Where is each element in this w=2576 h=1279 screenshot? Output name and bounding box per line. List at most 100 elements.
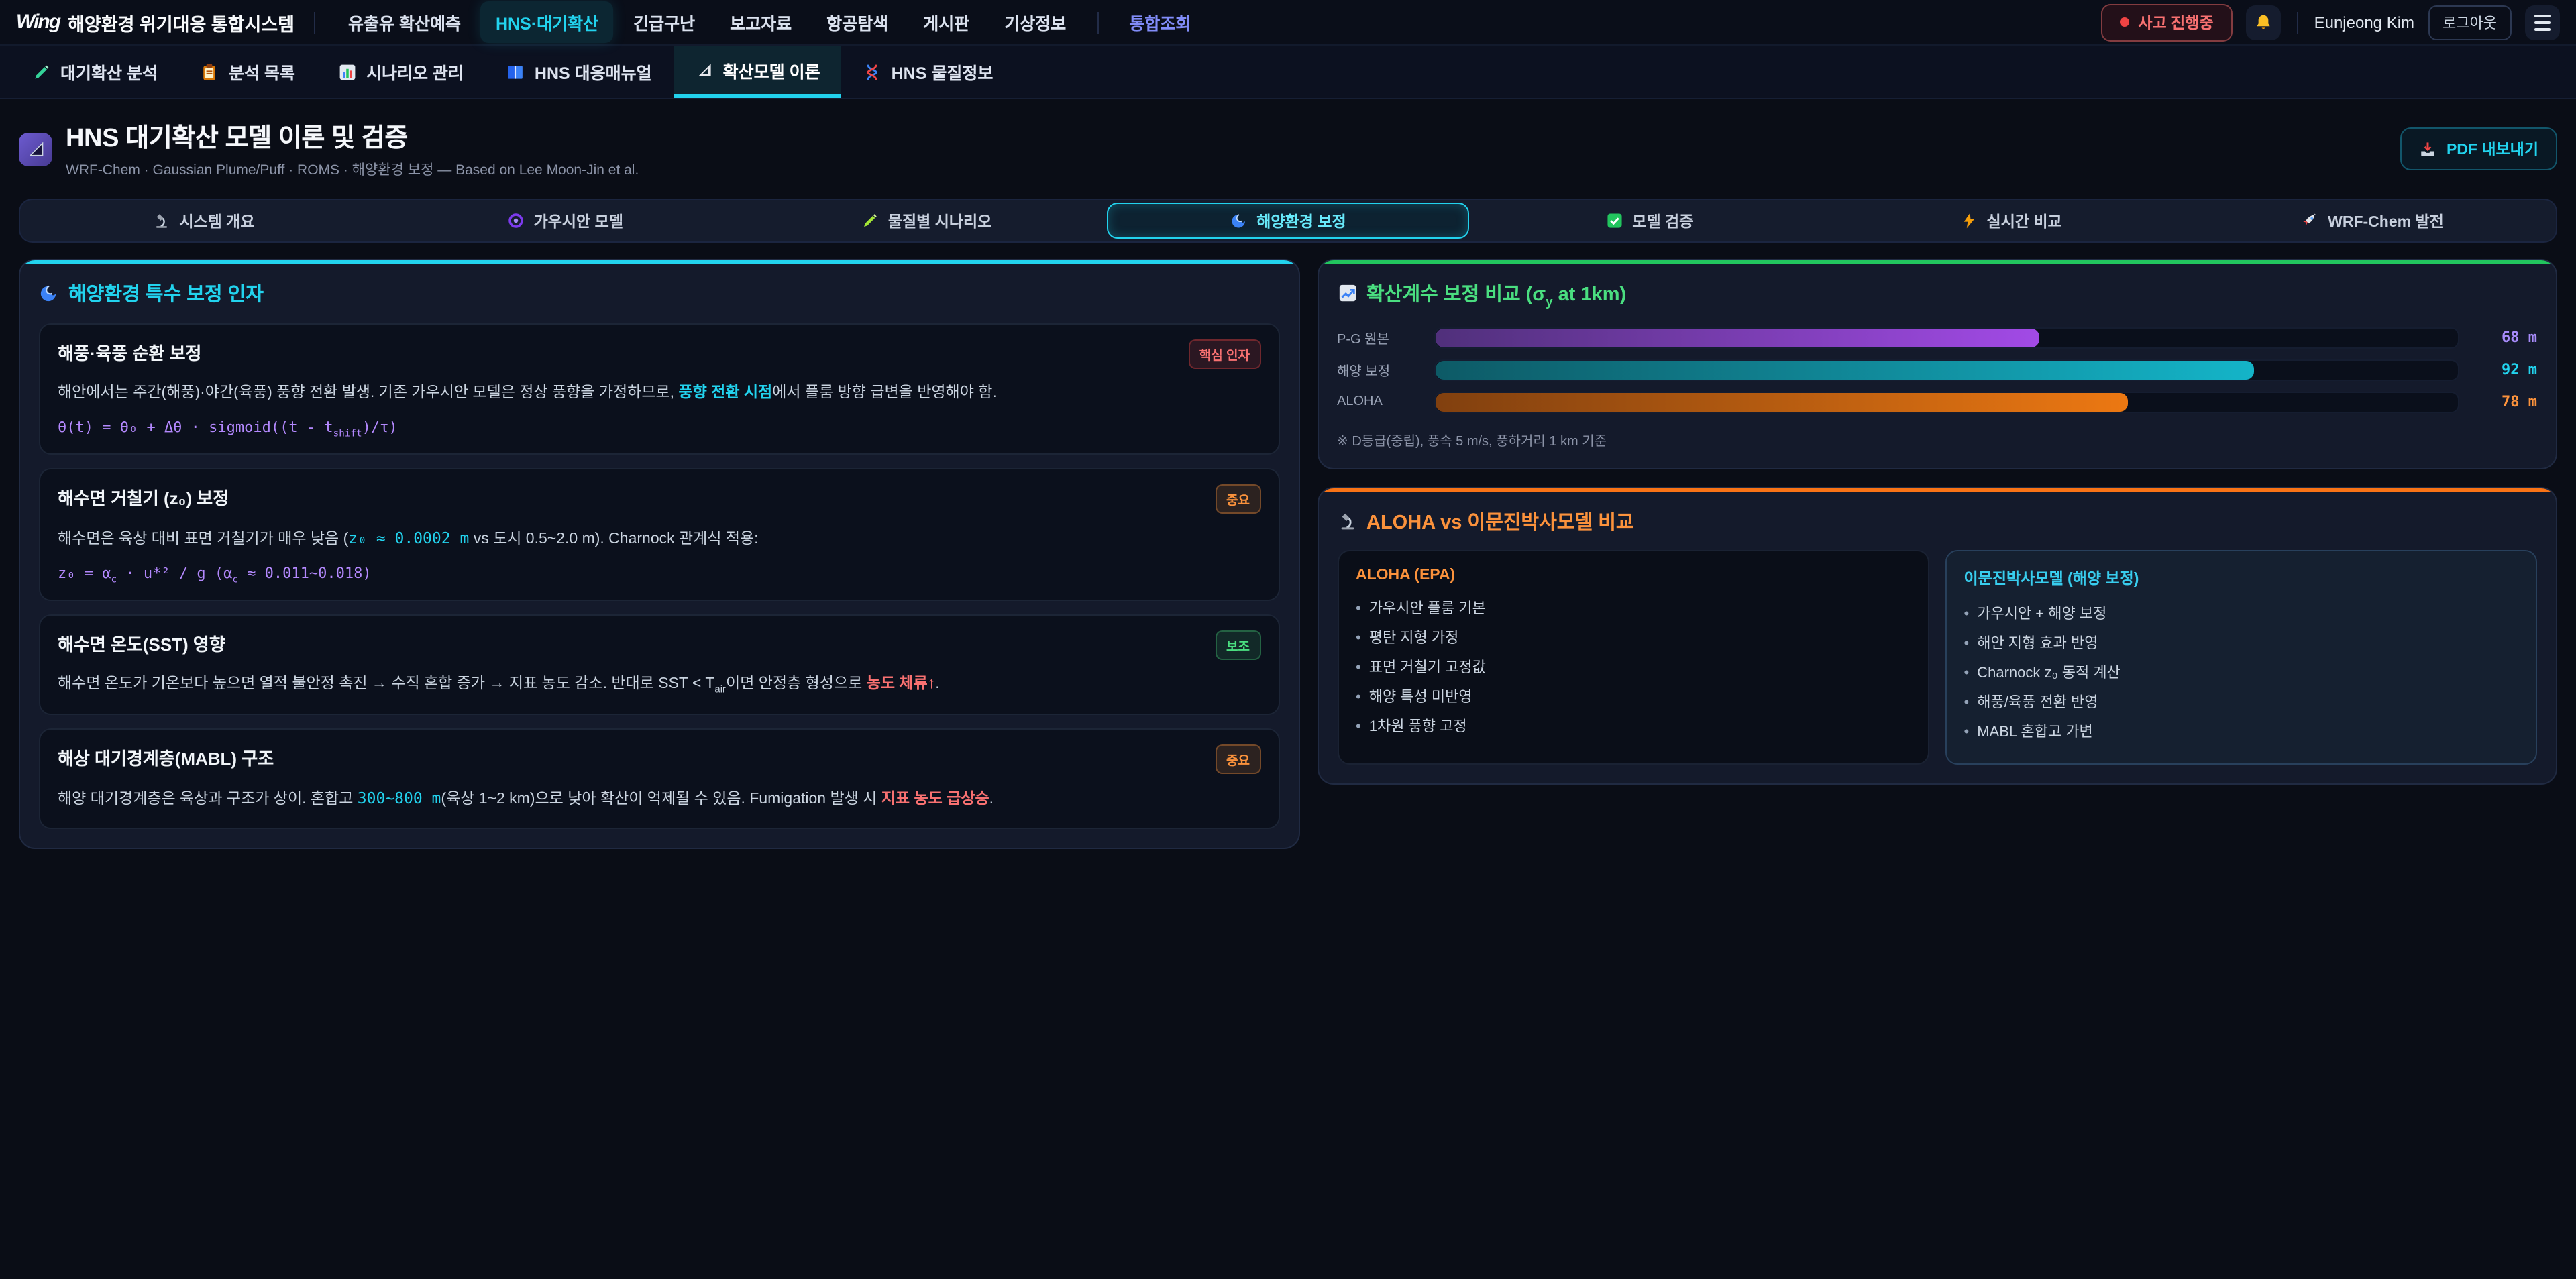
status-dot-icon (2119, 17, 2129, 27)
triangle-ruler-icon (695, 60, 714, 79)
nav-item-rescue[interactable]: 긴급구난 (619, 1, 710, 43)
panel-title-text: ALOHA vs 이문진박사모델 비교 (1366, 507, 1634, 535)
menu-button[interactable] (2525, 5, 2560, 40)
subnav-scenario-management[interactable]: 시나리오 관리 (317, 46, 485, 98)
subnav-hns-substance-info[interactable]: HNS 물질정보 (842, 46, 1015, 98)
notifications-button[interactable] (2246, 5, 2281, 40)
subnav-label: HNS 물질정보 (892, 59, 994, 85)
page-header-icon (19, 132, 52, 166)
nav-item-integrated-search[interactable]: 통합조회 (1114, 1, 1205, 43)
subnav-air-dispersion-analysis[interactable]: 대기확산 분석 (11, 46, 179, 98)
top-nav-items: 유출유 확산예측 HNS·대기확산 긴급구난 보고자료 항공탐색 게시판 기상정… (333, 1, 2100, 43)
list-item: •가우시안 + 해양 보정 (1964, 600, 2519, 629)
lee-model-heading: 이문진박사모델 (해양 보정) (1964, 567, 2519, 589)
subnav-hns-response-manual[interactable]: HNS 대응매뉴얼 (485, 46, 674, 98)
brand-name: 해양환경 위기대응 통합시스템 (68, 9, 294, 36)
bar-label: P-G 원본 (1337, 328, 1420, 348)
card-title: 해수면 온도(SST) 영향 (58, 631, 225, 657)
subnav-label: 분석 목록 (229, 59, 295, 85)
subnav-label: HNS 대응매뉴얼 (535, 59, 652, 85)
hamburger-icon (2534, 14, 2551, 30)
lee-model-box: 이문진박사모델 (해양 보정) •가우시안 + 해양 보정•해안 지형 효과 반… (1945, 550, 2538, 765)
nav-item-reports[interactable]: 보고자료 (715, 1, 806, 43)
tab-system-overview[interactable]: 시스템 개요 (23, 203, 384, 239)
bar-label: ALOHA (1337, 395, 1420, 410)
main-content: 해양환경 특수 보정 인자 해풍·육풍 순환 보정 핵심 인자 해안에서는 주간… (0, 259, 2576, 849)
list-item: •Charnock z₀ 동적 계산 (1964, 659, 2519, 688)
bar-fill (1435, 393, 2129, 412)
list-item: •MABL 혼합고 가변 (1964, 718, 2519, 747)
list-item: •평탄 지형 가정 (1356, 624, 1911, 653)
top-nav: Wing 해양환경 위기대응 통합시스템 유출유 확산예측 HNS·대기확산 긴… (0, 0, 2576, 46)
lightning-icon (1960, 212, 1978, 229)
priority-badge: 핵심 인자 (1189, 339, 1260, 369)
factor-card-sst: 해수면 온도(SST) 영향 보조 해수면 온도가 기온보다 높으면 열적 불안… (39, 615, 1279, 715)
user-name: Eunjeong Kim (2314, 13, 2414, 32)
incident-status-badge[interactable]: 사고 진행중 (2100, 3, 2232, 41)
tab-gaussian-model[interactable]: 가우시안 모델 (384, 203, 746, 239)
tab-label: 모델 검증 (1632, 210, 1693, 231)
subnav-label: 시나리오 관리 (366, 59, 464, 85)
priority-badge: 중요 (1216, 484, 1260, 514)
sub-nav: 대기확산 분석 분석 목록 시나리오 관리 HNS 대응매 (0, 46, 2576, 99)
tab-label: 시스템 개요 (179, 210, 254, 231)
tab-label: 해양환경 보정 (1256, 210, 1346, 231)
tab-label: 물질별 시나리오 (888, 210, 992, 231)
tab-model-validation[interactable]: 모델 검증 (1468, 203, 1830, 239)
sigma-comparison-panel: 확산계수 보정 비교 (σy at 1km) P-G 원본 68 m 해양 보정 92… (1317, 259, 2557, 469)
nav-item-board[interactable]: 게시판 (908, 1, 984, 43)
marine-factors-panel: 해양환경 특수 보정 인자 해풍·육풍 순환 보정 핵심 인자 해안에서는 주간… (19, 259, 1299, 849)
nav-item-weather[interactable]: 기상정보 (989, 1, 1081, 43)
check-icon (1605, 212, 1623, 229)
nav-item-aerial-search[interactable]: 항공탐색 (812, 1, 903, 43)
panel-title-text: 확산계수 보정 비교 (σy at 1km) (1366, 279, 1626, 309)
tab-marine-correction[interactable]: 해양환경 보정 (1108, 203, 1469, 239)
bar-fill (1435, 361, 2253, 380)
bar-chart-icon (338, 62, 357, 81)
card-title: 해풍·육풍 순환 보정 (58, 339, 201, 365)
divider (313, 11, 315, 33)
rocket-icon (2301, 212, 2318, 229)
wave-icon (1230, 212, 1247, 229)
page-header-text: HNS 대기확산 모델 이론 및 검증 WRF-Chem · Gaussian … (66, 118, 639, 180)
microscope-icon (152, 212, 170, 229)
tab-label: WRF-Chem 발전 (2328, 210, 2444, 231)
list-item: •1차원 풍향 고정 (1356, 712, 1911, 742)
clipboard-icon (201, 62, 219, 81)
pdf-export-button[interactable]: PDF 내보내기 (2401, 127, 2557, 170)
tab-wrf-chem[interactable]: WRF-Chem 발전 (2192, 203, 2553, 239)
pen-icon (32, 62, 51, 81)
spiral-icon (507, 212, 525, 229)
bar-label: 해양 보정 (1337, 360, 1420, 380)
triangle-ruler-icon (26, 140, 45, 158)
top-nav-right: 사고 진행중 Eunjeong Kim 로그아웃 (2100, 3, 2560, 41)
page-title: HNS 대기확산 모델 이론 및 검증 (66, 118, 639, 154)
bar-value: 68 m (2473, 329, 2537, 347)
subnav-analysis-list[interactable]: 분석 목록 (179, 46, 317, 98)
comparison-columns: ALOHA (EPA) •가우시안 플룸 기본•평탄 지형 가정•표면 거칠기 … (1337, 550, 2537, 765)
pencil-icon (861, 212, 879, 229)
panel-title-text: 해양환경 특수 보정 인자 (68, 279, 264, 307)
tab-substance-scenarios[interactable]: 물질별 시나리오 (746, 203, 1108, 239)
bar-row: ALOHA78 m (1337, 392, 2537, 413)
dna-icon (863, 62, 882, 81)
bar-row: 해양 보정 92 m (1337, 359, 2537, 381)
nav-item-hns-dispersion[interactable]: HNS·대기확산 (481, 1, 613, 43)
nav-item-oil-spill[interactable]: 유출유 확산예측 (333, 1, 476, 43)
aloha-heading: ALOHA (EPA) (1356, 567, 1911, 583)
subnav-dispersion-model-theory[interactable]: 확산모델 이론 (674, 46, 842, 98)
factor-card-mabl: 해상 대기경계층(MABL) 구조 중요 해양 대기경계층은 육상과 구조가 상… (39, 728, 1279, 829)
factor-cards: 해풍·육풍 순환 보정 핵심 인자 해안에서는 주간(해풍)·야간(육풍) 풍향… (39, 323, 1279, 829)
bar-value: 92 m (2473, 362, 2537, 379)
sigma-bar-chart: P-G 원본 68 m 해양 보정 92 m ALOHA78 m (1337, 327, 2537, 413)
export-tray-icon (2420, 140, 2437, 158)
divider (2297, 11, 2298, 33)
bell-icon (2254, 13, 2273, 32)
card-body: 해수면은 육상 대비 표면 거칠기가 매우 낮음 (z₀ ≈ 0.0002 m … (58, 526, 1260, 553)
brand-logo[interactable]: Wing 해양환경 위기대응 통합시스템 (16, 9, 294, 36)
card-formula: z₀ = αc · u*² / g (αc ≈ 0.011~0.018) (58, 565, 1260, 585)
priority-badge: 보조 (1216, 631, 1260, 661)
tab-realtime-comparison[interactable]: 실시간 비교 (1830, 203, 2192, 239)
logout-button[interactable]: 로그아웃 (2428, 5, 2512, 40)
subnav-label: 확산모델 이론 (723, 57, 820, 82)
